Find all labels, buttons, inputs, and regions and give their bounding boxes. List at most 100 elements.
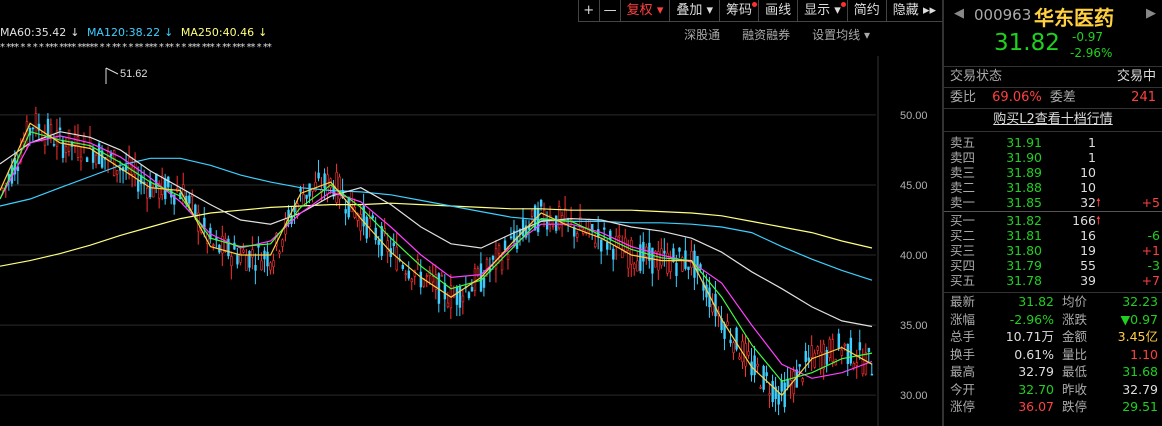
candle-body — [723, 323, 726, 339]
stat-label: 昨收 — [1062, 381, 1088, 397]
candle-body — [254, 264, 257, 271]
ten-levels-link[interactable]: 购买L2查看十档行情 — [944, 109, 1162, 132]
zoom-in-button[interactable]: + — [577, 0, 599, 22]
zoom-out-button[interactable]: — — [598, 0, 620, 22]
stat-value: 10.71万 — [1005, 329, 1054, 344]
candle-body — [335, 172, 338, 203]
bid-level-row[interactable]: 买三 31.80 19 +1 — [944, 243, 1162, 258]
candle-body — [245, 255, 248, 271]
display-label: 显示 — [804, 3, 831, 18]
stat-label: 涨幅 — [950, 311, 976, 327]
stat-row: 最新 31.82 均价 32.23 — [944, 293, 1162, 311]
candle-body — [368, 218, 371, 227]
ma250-label: MA250:40.46 — [180, 26, 255, 39]
order-ratio-row: 委比 69.06% 委差 241 — [944, 88, 1162, 109]
candle-body — [843, 343, 847, 347]
chart-toolbar: + — 复权 ▾ 叠加 ▾ 筹码 画线 显示 ▾ 简约 隐藏 ▸▸ — [577, 0, 942, 22]
last-price: 31.82 — [994, 30, 1060, 56]
ask-level-row[interactable]: 卖五 31.91 1 — [944, 135, 1162, 150]
candle-body — [576, 233, 579, 238]
simple-mode-button[interactable]: 简约 — [846, 0, 886, 22]
bid-price: 31.82 — [1006, 213, 1042, 228]
candle-body — [606, 242, 609, 250]
candle-body — [545, 221, 549, 230]
price-chart[interactable]: 50.00 45.00 40.00 35.00 30.00 51.62 — [0, 56, 942, 426]
bid-level-row[interactable]: 买二 31.81 16 -6 — [944, 228, 1162, 243]
candle-body — [115, 170, 119, 175]
stat-row: 换手 0.61% 量比 1.10 — [944, 346, 1162, 364]
event-markers[interactable]: * *** * * * * *** **** ***** * * ** * * … — [0, 42, 880, 56]
candle-body — [539, 199, 543, 207]
adjust-rights-dropdown[interactable]: 复权 ▾ — [619, 0, 670, 22]
next-stock-icon[interactable]: ▶ — [1146, 6, 1156, 21]
ask-level-row[interactable]: 卖二 31.88 10 — [944, 180, 1162, 195]
candle-body — [167, 176, 170, 188]
up-arrow-icon — [1096, 228, 1126, 243]
ask-volume-change: +5 — [1141, 195, 1160, 210]
ask-level-row[interactable]: 卖四 31.90 1 — [944, 150, 1162, 165]
stock-code: 000963 — [974, 6, 1032, 24]
candle-body — [753, 355, 756, 376]
candle-body — [636, 260, 639, 272]
tab-ma-settings[interactable]: 设置均线 ▾ — [812, 26, 870, 43]
ask-level-label: 卖二 — [950, 180, 976, 195]
ask-volume: 10 — [1080, 165, 1096, 180]
overlay-label: 叠加 — [676, 3, 703, 18]
up-arrow-icon — [1096, 258, 1126, 273]
display-dropdown[interactable]: 显示 ▾ — [797, 0, 847, 22]
stat-value: 32.70 — [1018, 381, 1054, 397]
down-arrow-icon: ↓ — [258, 26, 268, 39]
candle-body — [455, 286, 459, 305]
stat-label: 量比 — [1062, 346, 1088, 362]
bid-level-row[interactable]: 买五 31.78 39 +7 — [944, 273, 1162, 288]
candle-body — [272, 260, 275, 268]
ma120-label: MA120:38.22 — [86, 26, 161, 39]
candle-body — [690, 250, 693, 268]
ask-level-label: 卖一 — [950, 195, 976, 210]
stat-label: 最新 — [950, 294, 976, 309]
candle-body — [603, 227, 606, 230]
prev-stock-icon[interactable]: ◀ — [954, 6, 964, 21]
candle-body — [431, 276, 435, 283]
chips-button[interactable]: 筹码 — [719, 0, 759, 22]
candle-body — [801, 378, 804, 383]
candle-body — [804, 351, 807, 362]
up-arrow-icon — [1096, 273, 1126, 288]
candle-body — [236, 254, 239, 265]
stat-label: 涨停 — [950, 399, 976, 414]
stat-value: 1.10 — [1130, 346, 1158, 362]
candle-body — [269, 262, 272, 271]
candle-body — [509, 236, 513, 239]
stat-value: 31.68 — [1122, 364, 1158, 379]
bid-price: 31.81 — [1006, 228, 1042, 243]
hide-button[interactable]: 隐藏 ▸▸ — [885, 0, 942, 22]
bid-volume-change: +7 — [1141, 273, 1160, 288]
candle-body — [365, 216, 368, 239]
bid-levels: 买一 31.82 166 🠕 买二 31.81 16 -6 买三 31.80 19 +1 买四 31.79… — [944, 213, 1162, 288]
stat-label: 最低 — [1062, 364, 1088, 379]
tab-sz-connect[interactable]: 深股通 — [684, 26, 720, 43]
stat-label: 跌停 — [1062, 399, 1088, 414]
ask-level-row[interactable]: 卖一 31.85 32 🠕 +5 — [944, 195, 1162, 210]
quote-panel: ◀ 000963 华东医药 ▶ 31.82 -0.97 -2.96% 交易状态 … — [944, 0, 1162, 426]
candle-body — [326, 174, 329, 195]
overlay-dropdown[interactable]: 叠加 ▾ — [669, 0, 720, 22]
hide-label: 隐藏 — [892, 3, 919, 18]
ask-level-label: 卖三 — [950, 165, 976, 180]
bid-level-row[interactable]: 买四 31.79 55 -3 — [944, 258, 1162, 273]
draw-line-button[interactable]: 画线 — [758, 0, 798, 22]
bid-volume-change: -3 — [1147, 258, 1160, 273]
candles — [1, 106, 874, 416]
event-marker-stars[interactable]: * *** * * * * *** **** ***** * * ** * * … — [0, 42, 272, 53]
stat-value: ▼0.97 — [1120, 311, 1158, 327]
ask-volume-change — [1126, 135, 1160, 150]
tab-margin-trading[interactable]: 融资融券 — [742, 26, 790, 43]
ask-volume: 10 — [1080, 180, 1096, 195]
kline-chart-area: + — 复权 ▾ 叠加 ▾ 筹码 画线 显示 ▾ 简约 隐藏 ▸▸ MA60:3… — [0, 0, 942, 426]
ask-level-row[interactable]: 卖三 31.89 10 — [944, 165, 1162, 180]
bid-level-row[interactable]: 买一 31.82 166 🠕 — [944, 213, 1162, 228]
ask-price: 31.89 — [1006, 165, 1042, 180]
candle-body — [470, 287, 474, 292]
candle-body — [440, 274, 444, 277]
candle-body — [482, 277, 486, 288]
